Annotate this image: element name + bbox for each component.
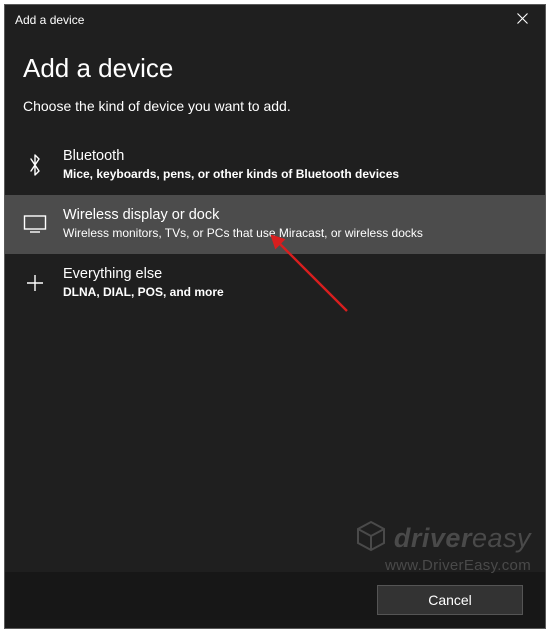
page-title: Add a device [5,53,545,98]
option-texts: Wireless display or dock Wireless monito… [63,206,527,241]
option-bluetooth[interactable]: Bluetooth Mice, keyboards, pens, or othe… [5,136,545,195]
plus-icon [23,273,47,293]
dialog-content: Add a device Choose the kind of device y… [5,35,545,313]
cancel-button[interactable]: Cancel [377,585,523,615]
titlebar: Add a device [5,5,545,35]
option-desc: DLNA, DIAL, POS, and more [63,284,527,300]
watermark-word1: driver [394,523,472,553]
option-desc: Mice, keyboards, pens, or other kinds of… [63,166,527,182]
option-title: Everything else [63,265,527,284]
cancel-label: Cancel [428,592,472,608]
option-texts: Everything else DLNA, DIAL, POS, and mor… [63,265,527,300]
option-desc: Wireless monitors, TVs, or PCs that use … [63,225,527,241]
page-subtitle: Choose the kind of device you want to ad… [5,98,545,136]
option-title: Wireless display or dock [63,206,527,225]
window-title: Add a device [15,13,84,27]
option-title: Bluetooth [63,147,527,166]
cube-icon [354,519,388,558]
close-button[interactable] [499,5,545,35]
option-everything-else[interactable]: Everything else DLNA, DIAL, POS, and mor… [5,254,545,313]
bluetooth-icon [23,153,47,177]
watermark-brand: drivereasy [354,519,531,558]
watermark: drivereasy www.DriverEasy.com [354,519,531,574]
display-icon [23,214,47,234]
add-device-dialog: Add a device Add a device Choose the kin… [4,4,546,629]
dialog-footer: Cancel [5,572,545,628]
option-wireless-display[interactable]: Wireless display or dock Wireless monito… [5,195,545,254]
close-icon [517,13,528,27]
watermark-word2: easy [472,523,531,553]
option-texts: Bluetooth Mice, keyboards, pens, or othe… [63,147,527,182]
